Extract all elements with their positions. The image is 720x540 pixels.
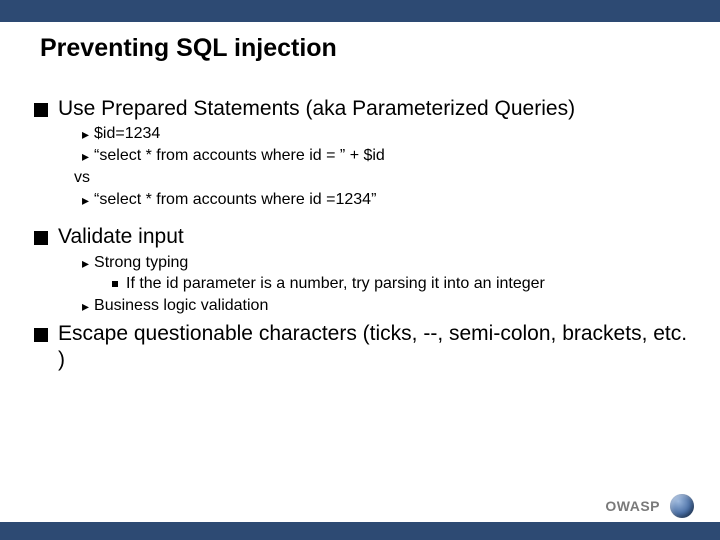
footer-brand: OWASP bbox=[605, 498, 660, 514]
top-accent-bar bbox=[0, 0, 720, 22]
bullet-escape-chars: Escape questionable characters (ticks, -… bbox=[34, 321, 690, 374]
bullet-text: Escape questionable characters (ticks, -… bbox=[58, 321, 690, 374]
bullet-prepared-statements: Use Prepared Statements (aka Parameteriz… bbox=[34, 96, 690, 122]
sub-text: $id=1234 bbox=[94, 124, 160, 145]
sub-item: ▸ Strong typing bbox=[82, 253, 690, 274]
square-bullet-icon bbox=[34, 231, 48, 245]
owasp-globe-icon bbox=[670, 494, 694, 518]
arrow-bullet-icon: ▸ bbox=[82, 126, 89, 143]
sub-vs-label: vs bbox=[74, 168, 690, 189]
square-bullet-icon bbox=[34, 328, 48, 342]
sub-text: “select * from accounts where id =1234” bbox=[94, 190, 376, 211]
sub-item: ▸ “select * from accounts where id =1234… bbox=[82, 190, 690, 211]
bullet-validate-input: Validate input bbox=[34, 224, 690, 250]
sub-item: ▸ $id=1234 bbox=[82, 124, 690, 145]
bottom-accent-bar bbox=[0, 522, 720, 540]
sub-item: ▸ Business logic validation bbox=[82, 296, 690, 317]
arrow-bullet-icon: ▸ bbox=[82, 255, 89, 272]
small-square-bullet-icon bbox=[112, 281, 118, 287]
slide-content: Use Prepared Statements (aka Parameteriz… bbox=[34, 90, 690, 376]
arrow-bullet-icon: ▸ bbox=[82, 148, 89, 165]
arrow-bullet-icon: ▸ bbox=[82, 192, 89, 209]
sub-block-prepared: ▸ $id=1234 ▸ “select * from accounts whe… bbox=[82, 124, 690, 210]
sub-text: Strong typing bbox=[94, 253, 188, 274]
sub-item: ▸ “select * from accounts where id = ” +… bbox=[82, 146, 690, 167]
bullet-text: Use Prepared Statements (aka Parameteriz… bbox=[58, 96, 575, 122]
bullet-text: Validate input bbox=[58, 224, 184, 250]
sub-text: “select * from accounts where id = ” + $… bbox=[94, 146, 385, 167]
sub-sub-item: If the id parameter is a number, try par… bbox=[112, 274, 690, 295]
arrow-bullet-icon: ▸ bbox=[82, 298, 89, 315]
sub-block-validate: ▸ Strong typing If the id parameter is a… bbox=[82, 253, 690, 317]
square-bullet-icon bbox=[34, 103, 48, 117]
slide-title: Preventing SQL injection bbox=[40, 34, 337, 63]
sub-sub-text: If the id parameter is a number, try par… bbox=[126, 274, 545, 295]
sub-text: Business logic validation bbox=[94, 296, 268, 317]
